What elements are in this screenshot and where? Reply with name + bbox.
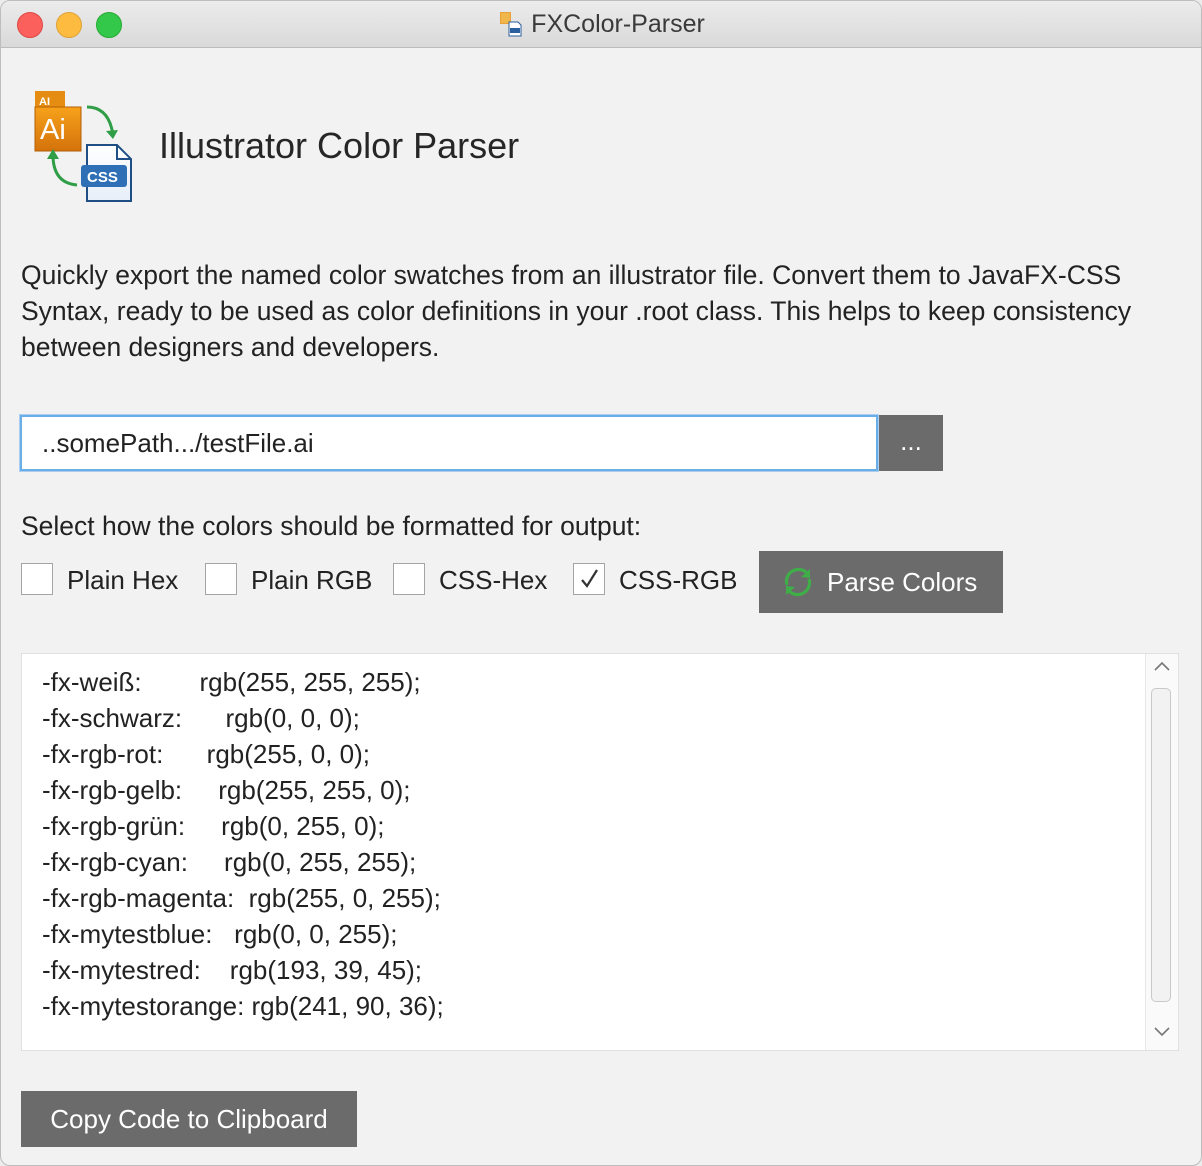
chevron-down-icon[interactable] <box>1152 1024 1172 1040</box>
format-prompt-label: Select how the colors should be formatte… <box>21 511 642 541</box>
css-rgb-label: CSS-RGB <box>619 565 738 595</box>
code-line: -fx-rgb-grün: rgb(0, 255, 0); <box>42 811 385 841</box>
browse-file-button[interactable]: ... <box>879 415 943 471</box>
app-window: FXColor-Parser AI Ai CSS Illustrator Col… <box>0 0 1202 1166</box>
description-text: Quickly export the named color swatches … <box>21 260 1132 362</box>
parse-colors-button[interactable]: Parse Colors <box>759 551 1003 613</box>
window-title: FXColor-Parser <box>1 9 1201 39</box>
code-line: -fx-schwarz: rgb(0, 0, 0); <box>42 703 360 733</box>
refresh-icon <box>784 567 812 597</box>
svg-text:CSS: CSS <box>87 169 118 186</box>
css-rgb-checkbox[interactable] <box>573 563 605 595</box>
output-code-area[interactable]: -fx-weiß: rgb(255, 255, 255); -fx-schwar… <box>21 653 1179 1051</box>
app-title-icon <box>500 12 522 37</box>
copy-to-clipboard-button[interactable]: Copy Code to Clipboard <box>21 1091 357 1147</box>
code-line: -fx-rgb-gelb: rgb(255, 255, 0); <box>42 775 411 805</box>
code-line: -fx-rgb-rot: rgb(255, 0, 0); <box>42 739 370 769</box>
output-code-lines: -fx-weiß: rgb(255, 255, 255); -fx-schwar… <box>42 664 444 1024</box>
page-title: Illustrator Color Parser <box>159 125 520 166</box>
code-line: -fx-mytestorange: rgb(241, 90, 36); <box>42 991 444 1021</box>
title-bar[interactable]: FXColor-Parser <box>1 1 1201 48</box>
svg-text:AI: AI <box>39 96 50 108</box>
scrollbar-thumb[interactable] <box>1151 688 1171 1002</box>
plain-rgb-checkbox[interactable] <box>205 563 237 595</box>
svg-text:Ai: Ai <box>40 114 66 146</box>
window-title-text: FXColor-Parser <box>531 9 705 38</box>
ai-to-css-logo-icon: AI Ai CSS <box>34 91 132 202</box>
parse-colors-label: Parse Colors <box>827 567 978 597</box>
plain-hex-label: Plain Hex <box>67 565 179 595</box>
output-scrollbar[interactable] <box>1145 654 1178 1050</box>
checkmark-icon <box>581 569 598 588</box>
chevron-up-icon[interactable] <box>1152 658 1172 674</box>
plain-rgb-label: Plain RGB <box>251 565 373 595</box>
plain-hex-checkbox[interactable] <box>21 563 53 595</box>
code-line: -fx-rgb-magenta: rgb(255, 0, 255); <box>42 883 441 913</box>
code-line: -fx-rgb-cyan: rgb(0, 255, 255); <box>42 847 417 877</box>
file-path-input[interactable] <box>20 415 878 471</box>
css-hex-label: CSS-Hex <box>439 565 548 595</box>
code-line: -fx-mytestred: rgb(193, 39, 45); <box>42 955 423 985</box>
code-line: -fx-mytestblue: rgb(0, 0, 255); <box>42 919 398 949</box>
code-line: -fx-weiß: rgb(255, 255, 255); <box>42 667 421 697</box>
css-hex-checkbox[interactable] <box>393 563 425 595</box>
